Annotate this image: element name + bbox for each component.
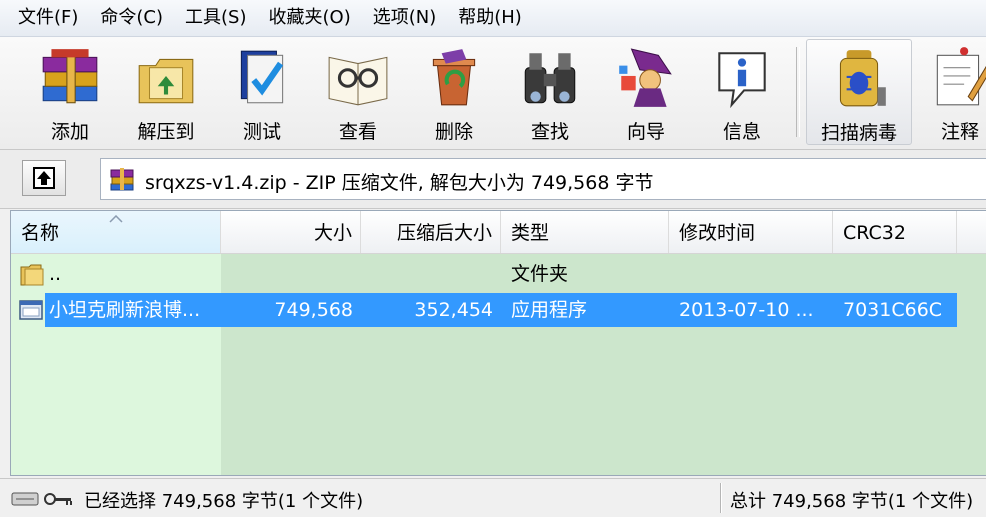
column-name-label: 名称 [21, 222, 60, 244]
column-header-packed-size[interactable]: 压缩后大小 [361, 211, 501, 253]
status-divider [720, 483, 722, 513]
wizard-button[interactable]: 向导 [602, 39, 690, 145]
menu-tools[interactable]: 工具(S) [175, 0, 258, 36]
wizard-label: 向导 [626, 121, 665, 143]
row-crc32: 7031C66C [843, 299, 943, 321]
menu-options[interactable]: 选项(N) [363, 0, 449, 36]
extract-folder-icon [138, 58, 194, 104]
column-header-name[interactable]: 名称 [11, 211, 221, 253]
archive-path-text: srqxzs-v1.4.zip - ZIP 压缩文件, 解包大小为 749,56… [145, 172, 654, 194]
address-bar: srqxzs-v1.4.zip - ZIP 压缩文件, 解包大小为 749,56… [0, 150, 986, 209]
find-label: 查找 [530, 121, 569, 143]
address-field[interactable]: srqxzs-v1.4.zip - ZIP 压缩文件, 解包大小为 749,56… [100, 158, 986, 200]
row-type: 文件夹 [511, 263, 569, 285]
column-header-modified[interactable]: 修改时间 [669, 211, 833, 253]
status-bar: 已经选择 749,568 字节(1 个文件) 总计 749,568 字节(1 个… [0, 478, 986, 517]
column-header-filler [957, 211, 986, 253]
comment-label: 注释 [940, 121, 979, 143]
delete-button[interactable]: 删除 [410, 39, 498, 145]
row-name: 小坦克刷新浪博... [49, 299, 201, 321]
column-header-size[interactable]: 大小 [221, 211, 361, 253]
row-name: .. [49, 263, 62, 285]
delete-recycle-icon [432, 49, 476, 106]
status-total-text: 总计 749,568 字节(1 个文件) [730, 491, 974, 512]
folder-icon [20, 264, 44, 286]
comment-icon [936, 47, 986, 106]
test-button[interactable]: 测试 [218, 39, 306, 145]
archive-icon [110, 168, 134, 191]
status-selected-text: 已经选择 749,568 字节(1 个文件) [84, 491, 364, 512]
add-button[interactable]: 添加 [26, 39, 114, 145]
drive-key-icon [11, 492, 72, 506]
menu-favorites[interactable]: 收藏夹(O) [259, 0, 363, 36]
row-size: 749,568 [274, 299, 353, 321]
view-book-glasses-icon [328, 56, 388, 106]
column-header-crc32[interactable]: CRC32 [833, 211, 957, 253]
find-button[interactable]: 查找 [506, 39, 594, 145]
info-label: 信息 [722, 121, 761, 143]
table-row-parent-folder[interactable]: .. 文件夹 [11, 257, 986, 291]
add-label: 添加 [50, 121, 89, 143]
delete-label: 删除 [434, 121, 473, 143]
scan-virus-button[interactable]: 扫描病毒 [806, 39, 912, 145]
wizard-icon [619, 48, 672, 107]
view-button[interactable]: 查看 [314, 39, 402, 145]
comment-button[interactable]: 注释 [916, 39, 986, 145]
find-binoculars-icon [524, 53, 576, 104]
test-label: 测试 [242, 121, 281, 143]
scan-virus-icon [839, 50, 886, 107]
extract-to-button[interactable]: 解压到 [122, 39, 210, 145]
toolbar-separator [796, 47, 800, 137]
extract-to-label: 解压到 [137, 121, 195, 143]
exe-file-icon [19, 300, 43, 320]
up-folder-button[interactable] [22, 160, 66, 196]
info-icon [718, 52, 766, 109]
sort-ascending-icon [109, 215, 123, 223]
column-header-type[interactable]: 类型 [501, 211, 669, 253]
row-type: 应用程序 [511, 299, 588, 321]
menu-help[interactable]: 帮助(H) [448, 0, 534, 36]
menu-file[interactable]: 文件(F) [0, 0, 90, 36]
info-button[interactable]: 信息 [698, 39, 786, 145]
file-list-header: 名称 大小 压缩后大小 类型 修改时间 CRC32 [11, 211, 986, 254]
menu-commands[interactable]: 命令(C) [90, 0, 175, 36]
toolbar: 添加 解压到 测试 查看 删除 查找 向导 信息 扫描病毒 注释 [0, 37, 986, 150]
row-packed-size: 352,454 [414, 299, 493, 321]
test-book-icon [240, 50, 284, 104]
up-arrow-icon [33, 167, 55, 189]
scan-virus-label: 扫描病毒 [820, 122, 897, 144]
books-add-icon [42, 49, 98, 104]
view-label: 查看 [338, 121, 377, 143]
menu-bar: 文件(F) 命令(C) 工具(S) 收藏夹(O) 选项(N) 帮助(H) [0, 0, 986, 37]
file-list[interactable]: 名称 大小 压缩后大小 类型 修改时间 CRC32 .. 文件夹 小坦克刷新浪博… [10, 210, 986, 476]
table-row-selected-file[interactable]: 小坦克刷新浪博... 749,568 352,454 应用程序 2013-07-… [11, 293, 986, 327]
row-modified: 2013-07-10 ... [679, 299, 814, 321]
